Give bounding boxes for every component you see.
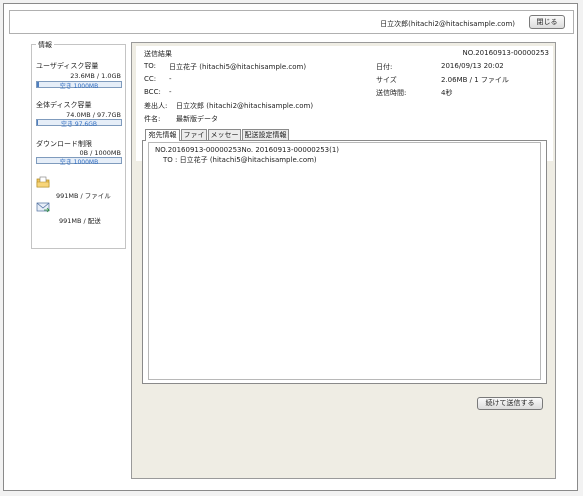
tab-files[interactable]: ファイル bbox=[181, 129, 207, 149]
tab-content: NO.20160913-00000253No. 20160913-0000025… bbox=[142, 140, 547, 384]
send-time-label: 送信時間: bbox=[376, 89, 407, 97]
recipient-list: NO.20160913-00000253No. 20160913-0000025… bbox=[148, 142, 541, 380]
tab-delivery-settings[interactable]: 配送設定情報 bbox=[242, 129, 289, 140]
to-label: TO: bbox=[144, 62, 157, 70]
info-panel-title: 情報 bbox=[36, 40, 54, 50]
logged-in-user: 日立次郎(hitachi2@hitachisample.com) bbox=[380, 20, 515, 28]
user-disk-label: ユーザディスク容量 bbox=[36, 62, 99, 70]
cc-label: CC: bbox=[144, 75, 157, 83]
download-limit-label: ダウンロード制限 bbox=[36, 140, 92, 148]
date-label: 日付: bbox=[376, 63, 393, 71]
download-limit-value: 0B / 1000MB bbox=[79, 149, 121, 157]
sender-value: 日立次郎 (hitachi2@hitachisample.com) bbox=[176, 102, 314, 110]
bcc-label: BCC: bbox=[144, 88, 161, 96]
header-bar: 日立次郎(hitachi2@hitachisample.com) 閉じる bbox=[9, 10, 574, 34]
subject-label: 件名: bbox=[144, 115, 161, 123]
app-window: 日立次郎(hitachi2@hitachisample.com) 閉じる 情報 … bbox=[3, 3, 578, 491]
continue-send-button[interactable]: 続けて送信する bbox=[477, 397, 543, 410]
user-disk-free: 空き 1000MB bbox=[59, 83, 99, 90]
recipient-line-id: NO.20160913-00000253No. 20160913-0000025… bbox=[155, 146, 340, 154]
user-disk-bar: 空き 1000MB bbox=[36, 81, 122, 90]
mail-send-icon bbox=[36, 202, 50, 213]
size-value: 2.06MB / 1 ファイル bbox=[441, 76, 509, 84]
tab-recipients[interactable]: 宛先情報 bbox=[145, 129, 180, 141]
date-value: 2016/09/13 20:02 bbox=[441, 62, 504, 70]
total-disk-label: 全体ディスク容量 bbox=[36, 101, 92, 109]
user-disk-value: 23.6MB / 1.0GB bbox=[70, 72, 121, 80]
total-disk-bar: 空き 97.6GB bbox=[36, 119, 122, 128]
folder-file-icon bbox=[36, 176, 50, 188]
cc-value: - bbox=[169, 75, 172, 83]
recipient-line-to: TO : 日立花子 (hitachi5@hitachisample.com) bbox=[163, 156, 317, 164]
download-limit-bar: 空き 1000MB bbox=[36, 157, 122, 166]
result-id: NO.20160913-00000253 bbox=[462, 49, 549, 57]
close-button[interactable]: 閉じる bbox=[529, 15, 565, 29]
sender-label: 差出人: bbox=[144, 102, 168, 110]
result-title: 送信結果 bbox=[144, 50, 172, 58]
subject-value: 最新版データ bbox=[176, 115, 218, 123]
total-disk-free: 空き 97.6GB bbox=[60, 121, 98, 128]
send-time-value: 4秒 bbox=[441, 89, 453, 97]
to-value: 日立花子 (hitachi5@hitachisample.com) bbox=[169, 63, 307, 71]
info-panel: 情報 ユーザディスク容量 23.6MB / 1.0GB 空き 1000MB 全体… bbox=[31, 40, 126, 249]
download-limit-free: 空き 1000MB bbox=[59, 159, 99, 166]
size-label: サイズ bbox=[376, 76, 397, 84]
tab-message[interactable]: メッセージ bbox=[208, 129, 241, 149]
bcc-value: - bbox=[169, 88, 172, 96]
file-limit-value: 991MB / ファイル bbox=[56, 192, 111, 200]
send-limit-value: 991MB / 配送 bbox=[59, 217, 101, 225]
result-panel: 送信結果 NO.20160913-00000253 TO: 日立花子 (hita… bbox=[131, 42, 556, 479]
total-disk-value: 74.0MB / 97.7GB bbox=[66, 111, 121, 119]
